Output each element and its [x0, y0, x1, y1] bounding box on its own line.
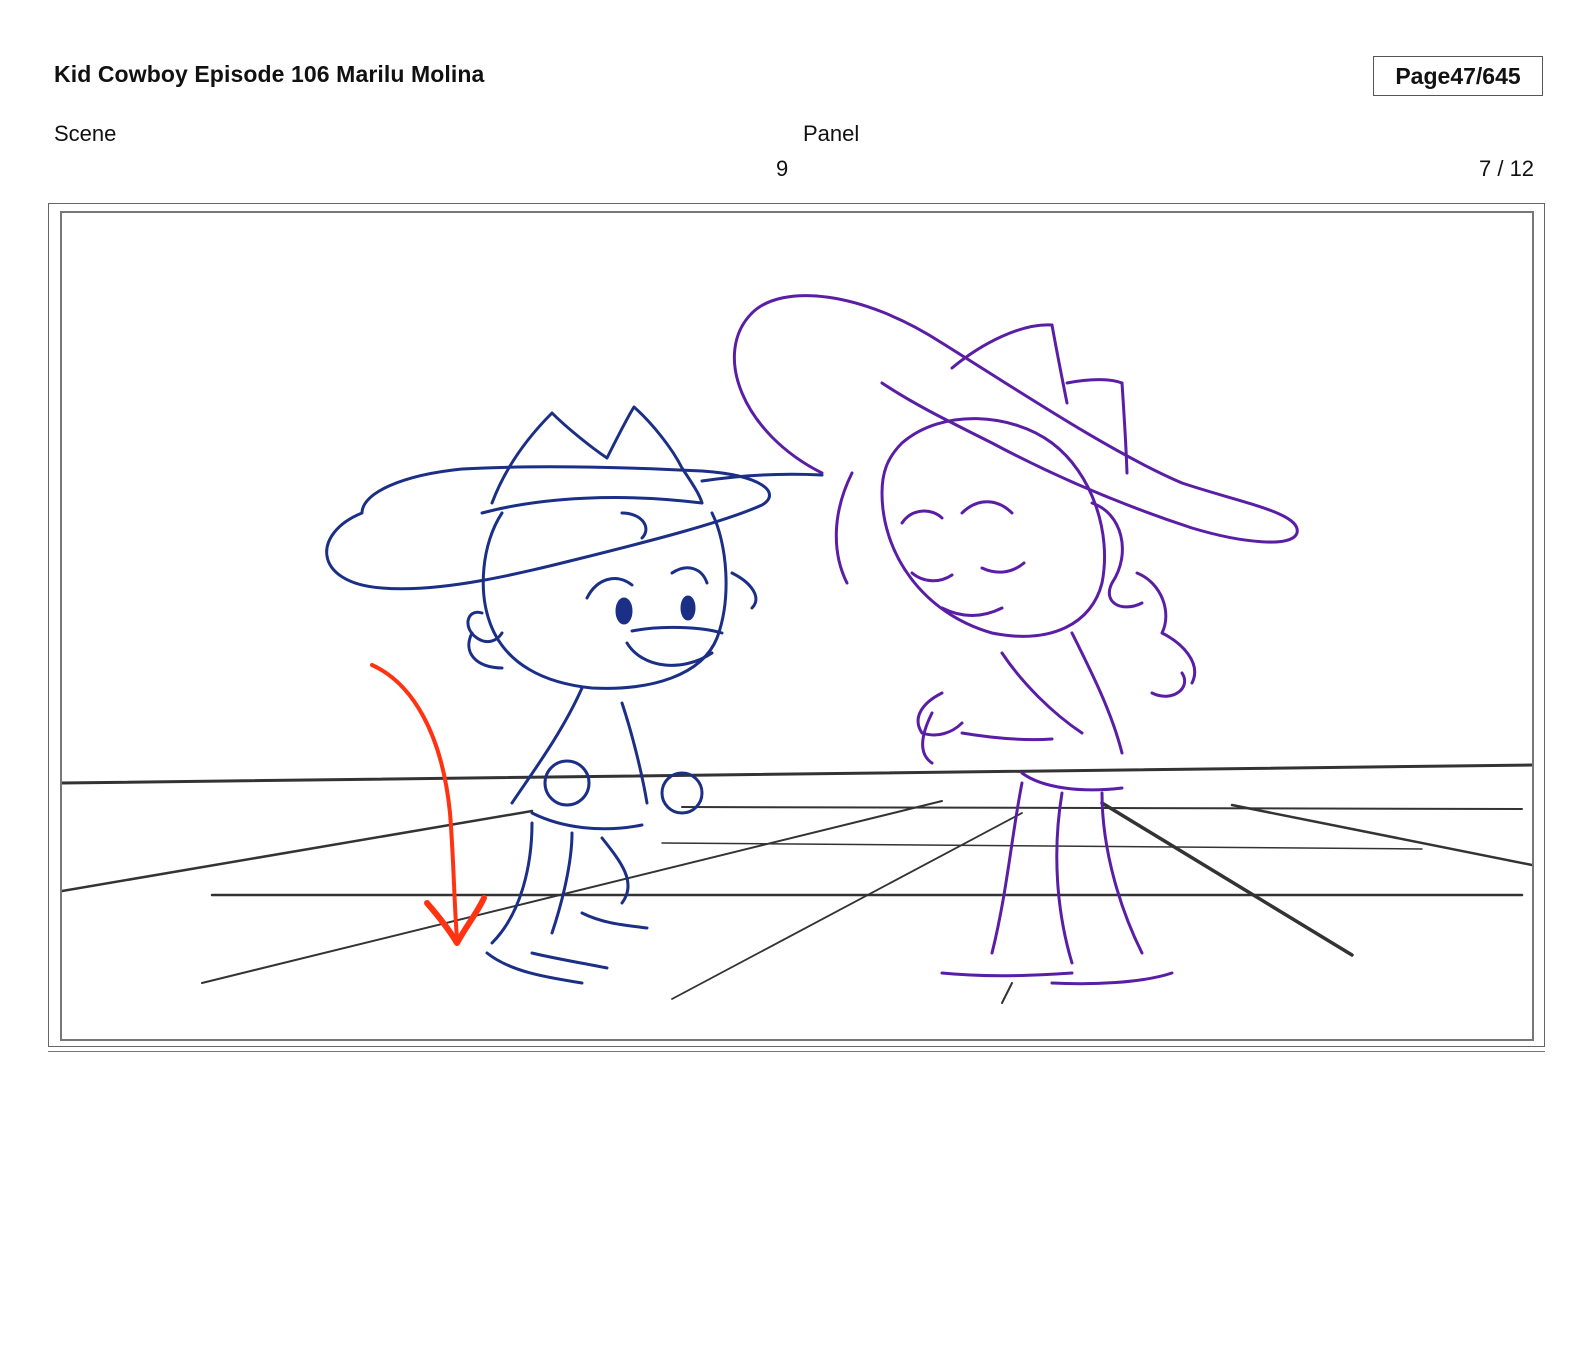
scene-number: 9: [776, 156, 789, 181]
scene-label: Scene: [54, 121, 117, 146]
page-label: Page: [1395, 62, 1451, 89]
kid-cowboy-sketch: [325, 405, 824, 985]
down-arrow-icon: [370, 663, 487, 946]
panel-bottom-rule: [48, 1051, 1545, 1052]
panel-number: 7 / 12: [1479, 156, 1535, 181]
storyboard-panel: [60, 211, 1534, 1041]
girl-cowgirl-sketch: [732, 294, 1299, 986]
page-number: 47/645: [1450, 62, 1521, 89]
document-title: Kid Cowboy Episode 106 Marilu Molina: [54, 61, 485, 87]
floor-lines: [62, 763, 1532, 1004]
storyboard-drawing: [62, 294, 1532, 1004]
page-indicator: Page 47/645: [1373, 56, 1543, 96]
panel-label: Panel: [803, 121, 860, 146]
